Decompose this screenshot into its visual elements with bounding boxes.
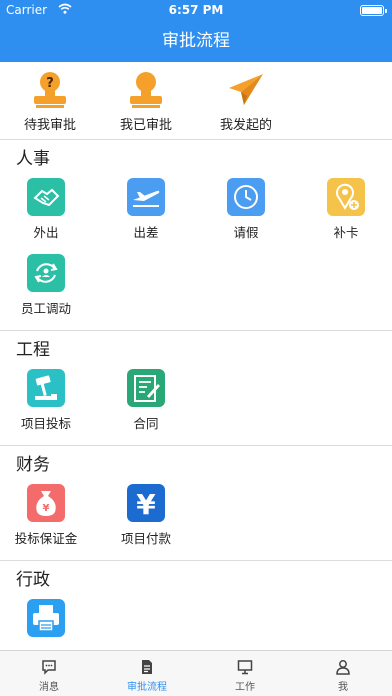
svg-text:¥: ¥ — [43, 503, 50, 514]
tile-label: 员工调动 — [20, 301, 71, 316]
quick-action-approved[interactable]: 我已审批 — [96, 70, 196, 133]
tile-label: 投标保证金 — [14, 531, 78, 546]
main-content: ? 待我审批 我已审批 我发起的 人事 外出 出差 请假 补卡 员工调动 工程 … — [0, 62, 392, 650]
nav-bar: 审批流程 — [0, 20, 392, 62]
tile-label: 请假 — [233, 225, 259, 240]
status-time: 6:57 PM — [168, 3, 224, 17]
tile-label: 合同 — [133, 416, 159, 431]
svg-text:¥: ¥ — [136, 488, 156, 521]
stamp-icon — [130, 72, 162, 108]
finance-grid: ¥ 投标保证金 ¥ 项目付款 — [0, 484, 392, 560]
contract-icon — [127, 369, 165, 407]
quick-action-label: 我已审批 — [119, 118, 172, 133]
tile-label: 补卡 — [333, 225, 359, 240]
stamp-question-icon: ? — [34, 72, 66, 108]
quick-action-pending[interactable]: ? 待我审批 — [0, 70, 100, 133]
svg-text:?: ? — [46, 76, 54, 91]
tab-work[interactable]: 工作 — [196, 651, 294, 696]
app-root: Carrier 6:57 PM 审批流程 ? 待我审批 我已审批 我发起的 人事… — [0, 0, 392, 696]
tile-outing[interactable]: 外出 — [0, 178, 96, 241]
tab-label: 工作 — [235, 682, 255, 693]
tile-label: 项目投标 — [20, 416, 71, 431]
airplane-icon — [127, 178, 165, 216]
quick-action-label: 我发起的 — [219, 118, 272, 133]
tile-leave[interactable]: 请假 — [196, 178, 296, 241]
section-title-hr: 人事 — [16, 149, 50, 169]
printer-icon — [27, 599, 65, 637]
location-pin-icon — [327, 178, 365, 216]
document-icon — [142, 660, 152, 674]
tile-label: 外出 — [33, 225, 59, 240]
tile-label: 出差 — [133, 225, 159, 240]
money-bag-icon: ¥ — [27, 484, 65, 522]
tile-transfer[interactable]: 员工调动 — [0, 254, 96, 317]
section-title-finance: 财务 — [16, 455, 50, 475]
tile-project-payment[interactable]: ¥ 项目付款 — [96, 484, 196, 547]
tab-label: 我 — [338, 682, 348, 693]
tile-label: 项目付款 — [120, 531, 171, 546]
gavel-icon — [27, 369, 65, 407]
quick-actions: ? 待我审批 我已审批 我发起的 — [0, 62, 392, 140]
battery-icon — [360, 5, 387, 16]
tab-messages[interactable]: 消息 — [0, 651, 98, 696]
monitor-icon — [237, 660, 253, 675]
quick-action-label: 待我审批 — [23, 118, 76, 133]
tab-label: 审批流程 — [127, 682, 167, 693]
handshake-icon — [27, 178, 65, 216]
page-title: 审批流程 — [162, 31, 230, 51]
tab-approval-flow[interactable]: 审批流程 — [98, 651, 196, 696]
tab-me[interactable]: 我 — [294, 651, 392, 696]
clock-icon — [227, 178, 265, 216]
tile-contract[interactable]: 合同 — [96, 369, 196, 432]
person-icon — [336, 660, 350, 675]
admin-grid — [0, 599, 392, 650]
section-title-admin: 行政 — [16, 570, 50, 590]
yen-icon: ¥ — [127, 484, 165, 522]
tile-bid-deposit[interactable]: ¥ 投标保证金 — [0, 484, 96, 547]
tab-label: 消息 — [39, 682, 59, 693]
tile-business-trip[interactable]: 出差 — [96, 178, 196, 241]
message-icon — [42, 660, 56, 675]
status-bar: Carrier 6:57 PM — [0, 0, 392, 20]
engineering-grid: 项目投标 合同 — [0, 369, 392, 445]
paper-plane-icon — [229, 74, 263, 105]
quick-action-initiated[interactable]: 我发起的 — [196, 70, 296, 133]
section-title-engineering: 工程 — [16, 340, 50, 360]
transfer-icon — [27, 254, 65, 292]
tile-printer[interactable] — [0, 599, 96, 643]
tile-project-bid[interactable]: 项目投标 — [0, 369, 96, 432]
tab-bar: 消息 审批流程 工作 我 — [0, 650, 392, 696]
tile-clock-in-fix[interactable]: 补卡 — [296, 178, 392, 241]
hr-grid: 外出 出差 请假 补卡 员工调动 — [0, 178, 392, 330]
